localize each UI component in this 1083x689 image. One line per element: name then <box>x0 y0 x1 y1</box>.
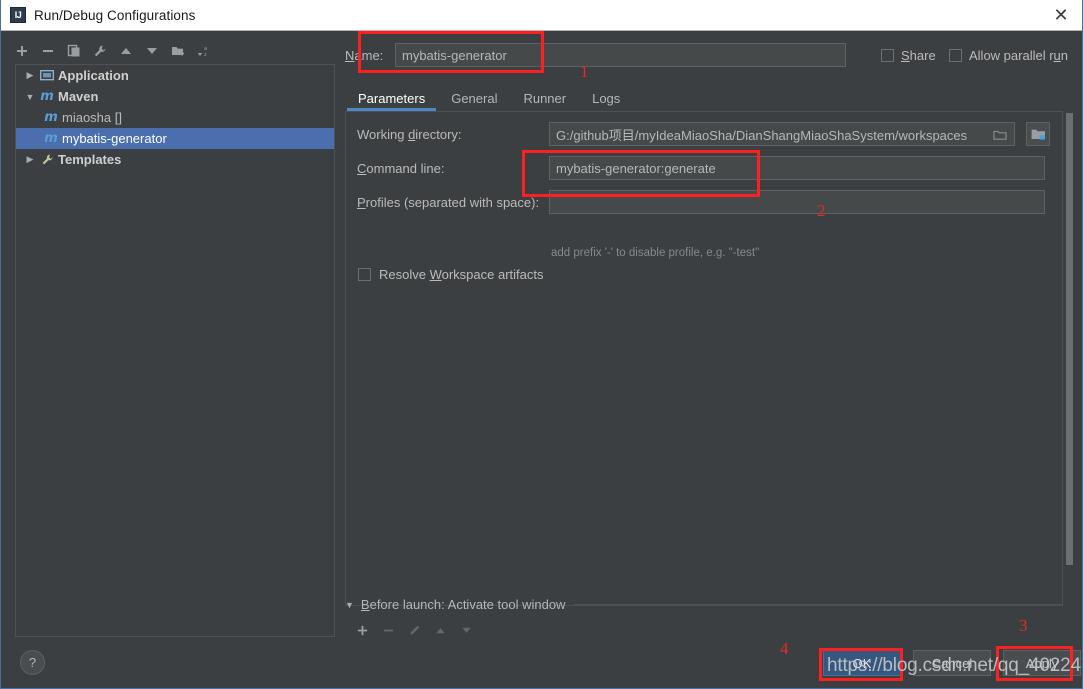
resolve-workspace-artifacts-checkbox[interactable] <box>358 268 371 281</box>
annotation-number-2: 2 <box>817 201 826 220</box>
chevron-right-icon[interactable]: ▶ <box>22 152 38 168</box>
chevron-down-icon[interactable]: ▼ <box>345 600 354 610</box>
tree-item-maven[interactable]: ▼ m Maven <box>16 86 334 107</box>
scrollbar-thumb[interactable] <box>1066 113 1073 565</box>
watermark-text: https://blog.csdn.net/qq_40224714 <box>827 655 1082 676</box>
command-line-input[interactable]: mybatis-generator:generate <box>549 156 1045 180</box>
annotation-number-3: 3 <box>1019 616 1028 635</box>
annotation-number-1: 1 <box>580 62 589 81</box>
allow-parallel-run-checkbox-row[interactable]: Allow parallel run <box>949 48 1068 63</box>
add-configuration-button[interactable] <box>9 39 35 63</box>
name-label: Name: <box>345 47 384 63</box>
application-icon <box>38 68 56 84</box>
chevron-down-icon[interactable]: ▼ <box>22 89 38 105</box>
move-down-button[interactable] <box>139 39 165 63</box>
before-launch-down-button <box>453 619 479 641</box>
sort-configurations-button[interactable]: a z <box>191 39 217 63</box>
configurations-toolbar: a z <box>9 38 331 64</box>
intellij-logo-icon: IJ <box>10 7 26 23</box>
tab-runner[interactable]: Runner <box>510 91 579 111</box>
window-title: Run/Debug Configurations <box>34 7 196 23</box>
tree-item-label: Maven <box>58 89 99 104</box>
annotation-number-4: 4 <box>780 639 789 658</box>
separator <box>574 604 1063 605</box>
tab-parameters[interactable]: Parameters <box>345 91 438 111</box>
working-directory-row: Working directory: G:/github项目/myIdeaMia… <box>346 122 1064 146</box>
command-line-row: Command line: mybatis-generator:generate <box>346 156 1064 180</box>
working-directory-input[interactable]: G:/github项目/myIdeaMiaoSha/DianShangMiaoS… <box>549 122 1015 146</box>
close-icon[interactable]: ✕ <box>1038 0 1082 30</box>
before-launch-label: Before launch: Activate tool window <box>360 597 566 612</box>
editor-tabs: Parameters General Runner Logs <box>345 83 633 111</box>
command-line-label: Command line: <box>357 160 445 176</box>
move-up-button[interactable] <box>113 39 139 63</box>
profiles-row: Profiles (separated with space): <box>346 190 1064 214</box>
resolve-workspace-artifacts-label: Resolve Workspace artifacts <box>379 267 544 282</box>
help-button[interactable]: ? <box>20 650 45 675</box>
share-checkbox-row[interactable]: Share <box>881 48 936 63</box>
tab-logs[interactable]: Logs <box>579 91 633 111</box>
maven-icon: m <box>44 110 58 125</box>
before-launch-header[interactable]: ▼ Before launch: Activate tool window <box>345 597 1063 612</box>
run-debug-configurations-dialog: IJ Run/Debug Configurations ✕ a z ▶ Appl… <box>0 0 1083 689</box>
working-directory-value: G:/github项目/myIdeaMiaoSha/DianShangMiaoS… <box>556 127 968 143</box>
resolve-workspace-artifacts-row[interactable]: Resolve Workspace artifacts <box>358 267 544 282</box>
tree-item-mybatis-generator[interactable]: m mybatis-generator <box>16 128 334 149</box>
working-directory-label: Working directory: <box>357 126 462 142</box>
tree-item-application[interactable]: ▶ Application <box>16 65 334 86</box>
new-folder-button[interactable] <box>165 39 191 63</box>
vertical-scrollbar[interactable] <box>1064 111 1074 606</box>
pencil-icon <box>401 619 427 641</box>
tree-item-label: mybatis-generator <box>62 131 167 146</box>
maven-icon: m <box>44 131 58 146</box>
configurations-tree[interactable]: ▶ Application ▼ m Maven m miaosha [] m m… <box>15 64 335 637</box>
before-launch-add-button[interactable] <box>349 619 375 641</box>
tree-item-label: miaosha [] <box>62 110 122 125</box>
svg-text:z: z <box>204 52 207 58</box>
folder-icon[interactable] <box>987 124 1013 145</box>
tree-item-label: Templates <box>58 152 122 167</box>
share-label: Share <box>901 48 936 63</box>
title-bar: IJ Run/Debug Configurations ✕ <box>1 0 1082 31</box>
wrench-icon <box>38 152 56 168</box>
configuration-editor-pane: Name: mybatis-generator Share Allow para… <box>341 31 1082 688</box>
remove-configuration-button[interactable] <box>35 39 61 63</box>
profiles-input[interactable] <box>549 190 1045 214</box>
tree-item-templates[interactable]: ▶ Templates <box>16 149 334 170</box>
before-launch-up-button <box>427 619 453 641</box>
chevron-right-icon[interactable]: ▶ <box>22 68 38 84</box>
share-checkbox[interactable] <box>881 49 894 62</box>
allow-parallel-run-label: Allow parallel run <box>969 48 1069 63</box>
allow-parallel-run-checkbox[interactable] <box>949 49 962 62</box>
profiles-hint: add prefix '-' to disable profile, e.g. … <box>551 247 760 259</box>
before-launch-toolbar <box>349 619 479 641</box>
tree-item-miaosha[interactable]: m miaosha [] <box>16 107 334 128</box>
browse-module-button[interactable] <box>1026 122 1050 146</box>
tree-item-label: Application <box>58 68 129 83</box>
command-line-value: mybatis-generator:generate <box>556 160 716 176</box>
tab-general[interactable]: General <box>438 91 510 111</box>
name-input[interactable]: mybatis-generator <box>395 43 846 67</box>
maven-icon: m <box>40 89 54 104</box>
copy-configuration-button[interactable] <box>61 39 87 63</box>
profiles-label: Profiles (separated with space): <box>357 194 540 210</box>
parameters-panel: Working directory: G:/github项目/myIdeaMia… <box>345 111 1063 606</box>
wrench-icon[interactable] <box>87 39 113 63</box>
before-launch-remove-button <box>375 619 401 641</box>
name-input-value: mybatis-generator <box>402 47 507 63</box>
